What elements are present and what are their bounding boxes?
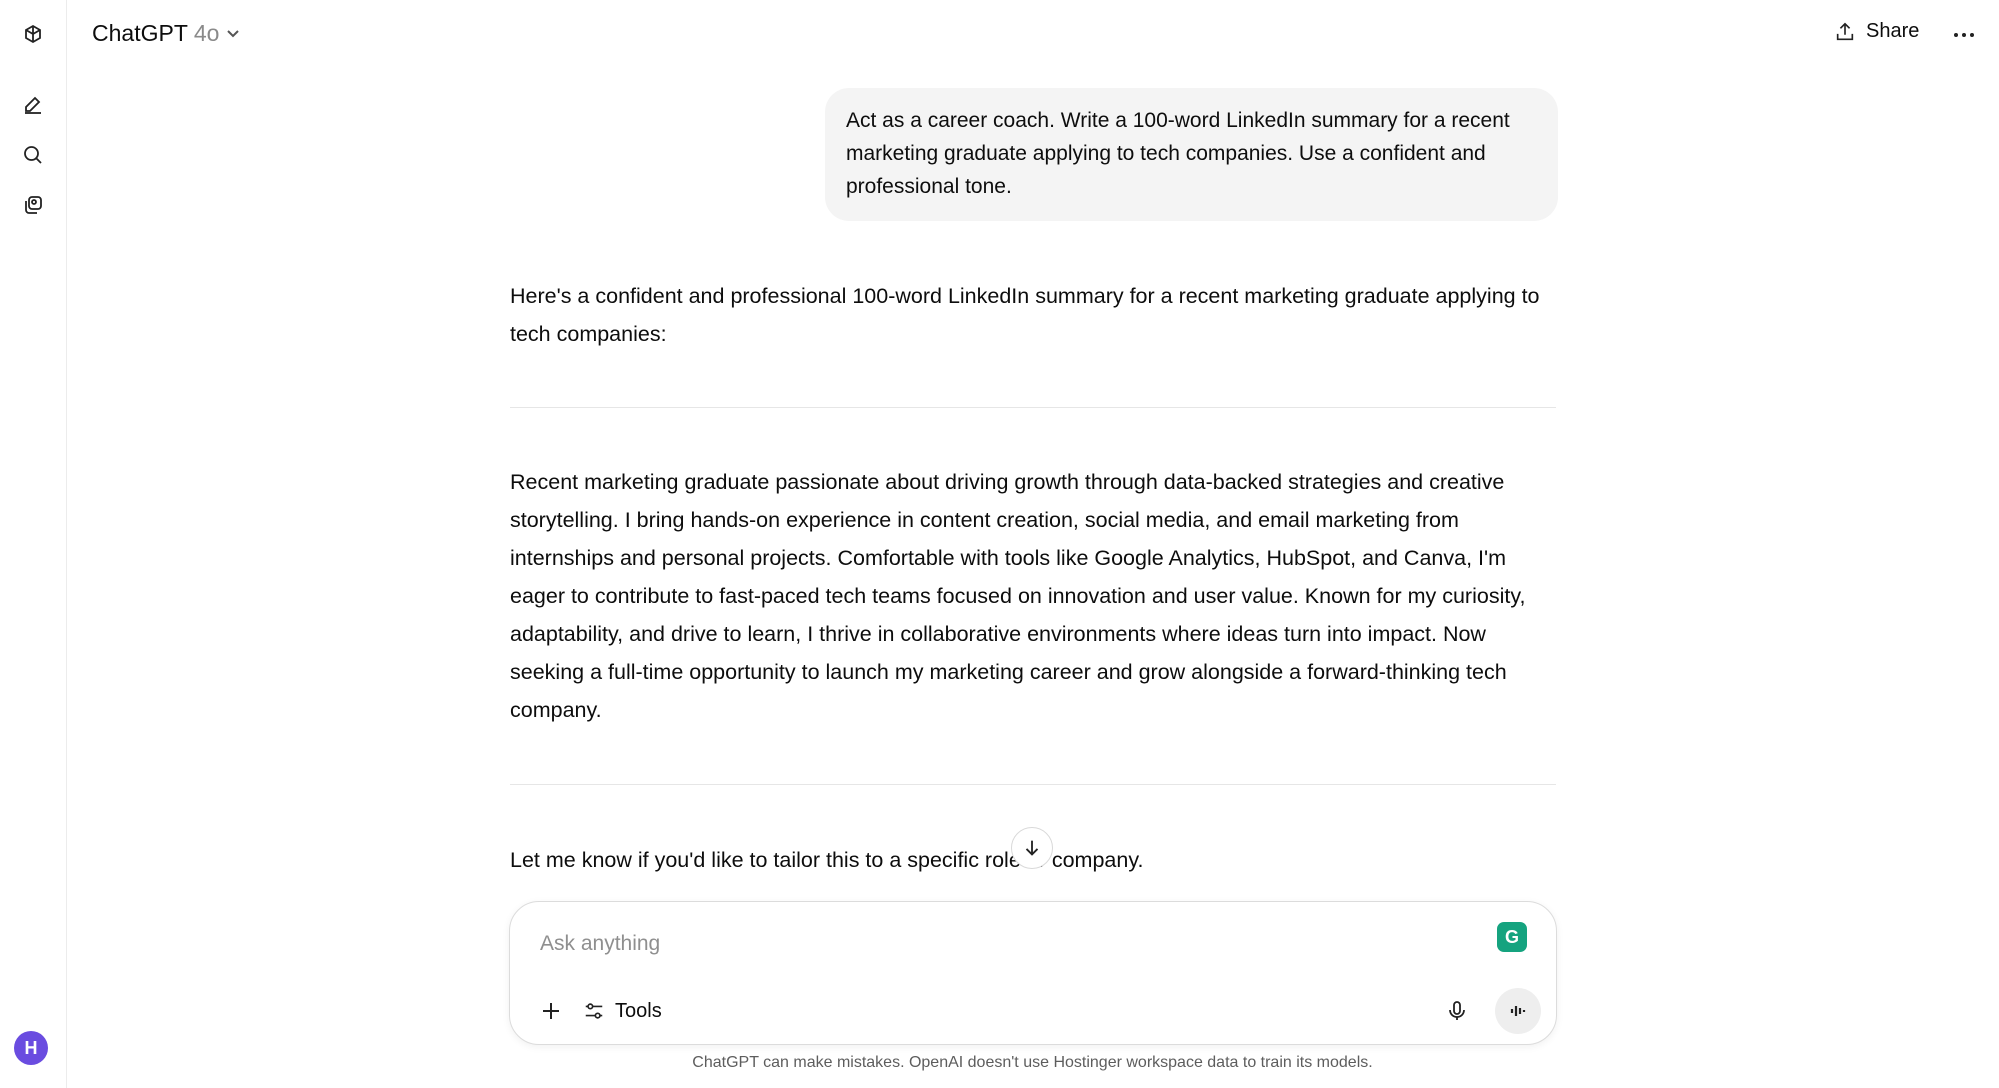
new-chat-icon[interactable] (13, 85, 53, 125)
dictate-button[interactable] (1438, 992, 1476, 1030)
add-attachment-button[interactable] (532, 992, 570, 1030)
arrow-down-icon (1025, 840, 1039, 856)
divider (510, 784, 1556, 785)
prompt-input[interactable] (538, 926, 1462, 962)
share-button[interactable]: Share (1834, 20, 1919, 43)
assistant-summary: Recent marketing graduate passionate abo… (510, 470, 1526, 722)
sidebar-rail: H (0, 0, 67, 1088)
tools-label: Tools (615, 999, 662, 1022)
share-icon (1836, 22, 1854, 40)
voice-mode-button[interactable] (1495, 988, 1541, 1034)
assistant-intro: Here's a confident and professional 100-… (510, 284, 1540, 346)
scroll-to-bottom-button[interactable] (1011, 827, 1053, 869)
more-dot-icon (1962, 33, 1966, 37)
plus-icon (543, 1003, 559, 1019)
chevron-down-icon (225, 20, 241, 47)
composer: G Tools (509, 901, 1557, 1045)
disclaimer: ChatGPT can make mistakes. OpenAI doesn'… (692, 1054, 1373, 1071)
library-icon[interactable] (13, 185, 53, 225)
model-name: 4o (193, 20, 220, 46)
more-options-button[interactable] (1947, 20, 1981, 50)
openai-logo-icon[interactable] (13, 15, 53, 55)
share-label: Share (1866, 20, 1920, 42)
divider (510, 407, 1556, 408)
model-selector[interactable]: ChatGPT 4o (92, 20, 241, 47)
more-dot-icon (1954, 33, 1958, 37)
more-dot-icon (1970, 33, 1974, 37)
grammarly-letter: G (1504, 926, 1519, 947)
tools-button[interactable]: Tools (583, 992, 662, 1030)
user-message: Act as a career coach. Write a 100-word … (825, 88, 1558, 221)
voice-waveform-icon (1510, 1006, 1526, 1016)
search-icon[interactable] (13, 135, 53, 175)
app-title: ChatGPT (92, 20, 188, 46)
grammarly-icon[interactable]: G (1497, 922, 1527, 952)
microphone-icon (1449, 1001, 1465, 1020)
sliders-icon (585, 1003, 603, 1019)
